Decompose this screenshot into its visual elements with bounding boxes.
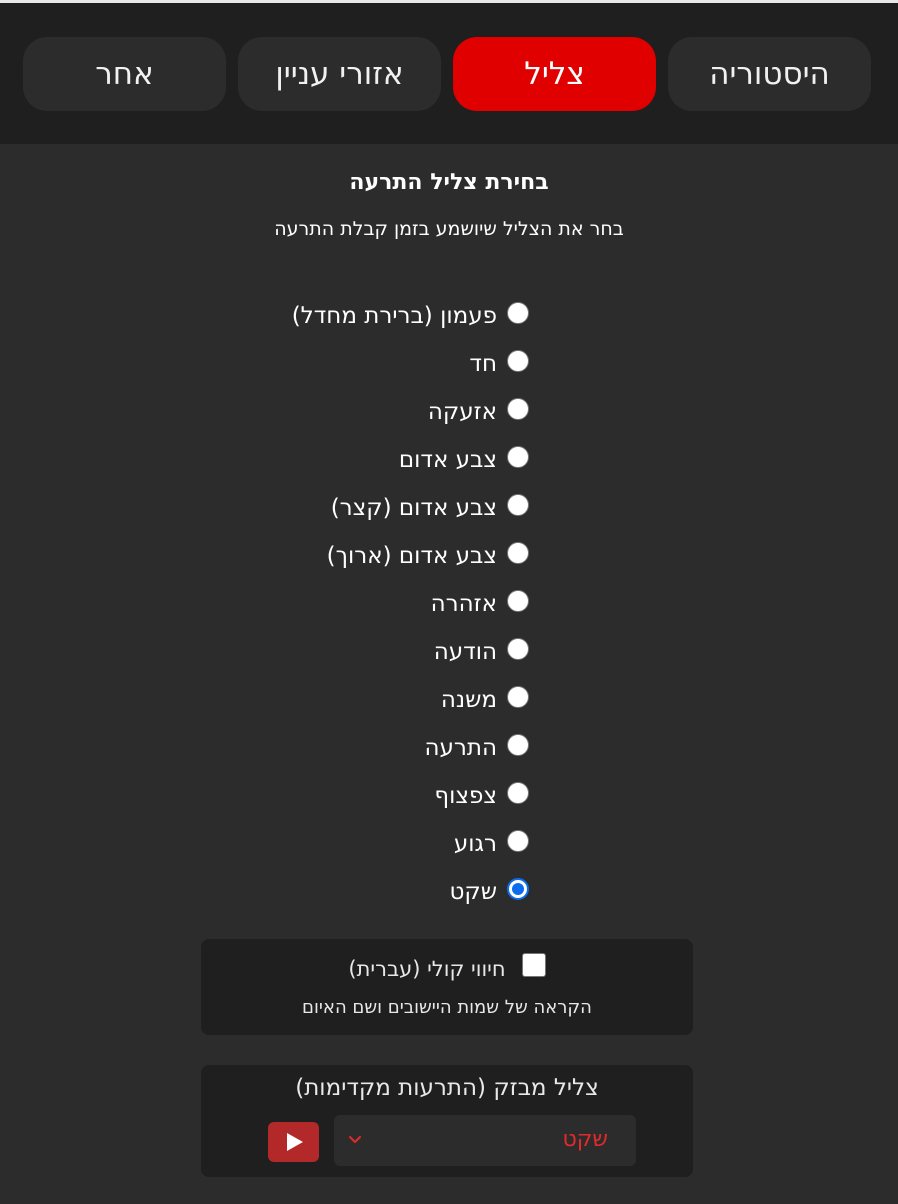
tab-bar: היסטוריה צליל אזורי עניין אחר: [0, 0, 898, 144]
radio-button[interactable]: [507, 734, 529, 756]
radio-button[interactable]: [507, 350, 529, 372]
flash-sound-panel: צליל מבזק (התרעות מקדימות) שקט: [201, 1065, 693, 1177]
sound-option-label: אזעקה: [427, 399, 497, 425]
sound-option-label: חד: [469, 351, 497, 377]
section-title: בחירת צליל התרעה: [349, 170, 549, 195]
voice-announcement-label: חיווי קולי (עברית): [348, 957, 506, 981]
radio-button-selected[interactable]: [507, 878, 529, 900]
voice-announcement-panel: חיווי קולי (עברית) הקראה של שמות היישובי…: [201, 939, 693, 1035]
sound-option[interactable]: צבע אדום (ארוך): [327, 539, 529, 573]
sound-option[interactable]: צפצוף: [434, 779, 529, 813]
sound-option-label: הודעה: [433, 639, 497, 665]
sound-option[interactable]: הודעה: [434, 635, 529, 669]
radio-button[interactable]: [507, 446, 529, 468]
chevron-down-icon: [349, 1136, 361, 1143]
voice-announcement-description: הקראה של שמות היישובים ושם האיום: [302, 997, 592, 1018]
flash-sound-selected-value: שקט: [562, 1127, 608, 1152]
sound-option[interactable]: פעמון (ברירת מחדל): [292, 299, 529, 333]
voice-announcement-checkbox[interactable]: [521, 953, 546, 977]
sound-option-label: צפצוף: [434, 783, 497, 809]
radio-button[interactable]: [507, 782, 529, 804]
sound-option-label: התרעה: [424, 735, 497, 761]
section-subtitle: בחר את הצליל שיושמע בזמן קבלת התרעה: [274, 218, 624, 240]
sound-option[interactable]: חד: [469, 347, 529, 381]
sound-option[interactable]: צבע אדום: [399, 443, 529, 477]
sound-option-label: צבע אדום (קצר): [330, 495, 497, 521]
sound-option[interactable]: שקט: [449, 875, 529, 909]
sound-option[interactable]: משנה: [441, 683, 529, 717]
sound-option-label: שקט: [449, 879, 497, 905]
sound-option-label: אזהרה: [430, 591, 497, 617]
tab-other[interactable]: אחר: [23, 37, 226, 111]
radio-button[interactable]: [507, 638, 529, 660]
flash-sound-select[interactable]: שקט: [334, 1115, 636, 1166]
sound-option-label: צבע אדום (ארוך): [326, 543, 497, 569]
voice-announcement-row[interactable]: חיווי קולי (עברית): [201, 953, 693, 981]
sound-option-label: רגוע: [453, 831, 497, 857]
sound-option[interactable]: התרעה: [424, 731, 529, 765]
radio-button[interactable]: [507, 590, 529, 612]
tab-history[interactable]: היסטוריה: [668, 37, 871, 111]
radio-button[interactable]: [507, 830, 529, 852]
sound-option[interactable]: צבע אדום (קצר): [331, 491, 529, 525]
play-icon: [287, 1133, 303, 1151]
tab-sound[interactable]: צליל: [453, 37, 656, 111]
sound-option[interactable]: אזעקה: [428, 395, 529, 429]
radio-button[interactable]: [507, 542, 529, 564]
sound-option[interactable]: אזהרה: [431, 587, 529, 621]
sound-option-label: משנה: [440, 687, 497, 713]
play-button[interactable]: [268, 1122, 319, 1162]
radio-button[interactable]: [507, 686, 529, 708]
radio-button[interactable]: [507, 398, 529, 420]
sound-option-label: פעמון (ברירת מחדל): [291, 303, 497, 329]
radio-button[interactable]: [507, 302, 529, 324]
tab-areas-of-interest[interactable]: אזורי עניין: [238, 37, 441, 111]
sound-option[interactable]: רגוע: [454, 827, 529, 861]
flash-sound-title: צליל מבזק (התרעות מקדימות): [295, 1075, 599, 1101]
sound-option-label: צבע אדום: [398, 447, 497, 473]
radio-button[interactable]: [507, 494, 529, 516]
